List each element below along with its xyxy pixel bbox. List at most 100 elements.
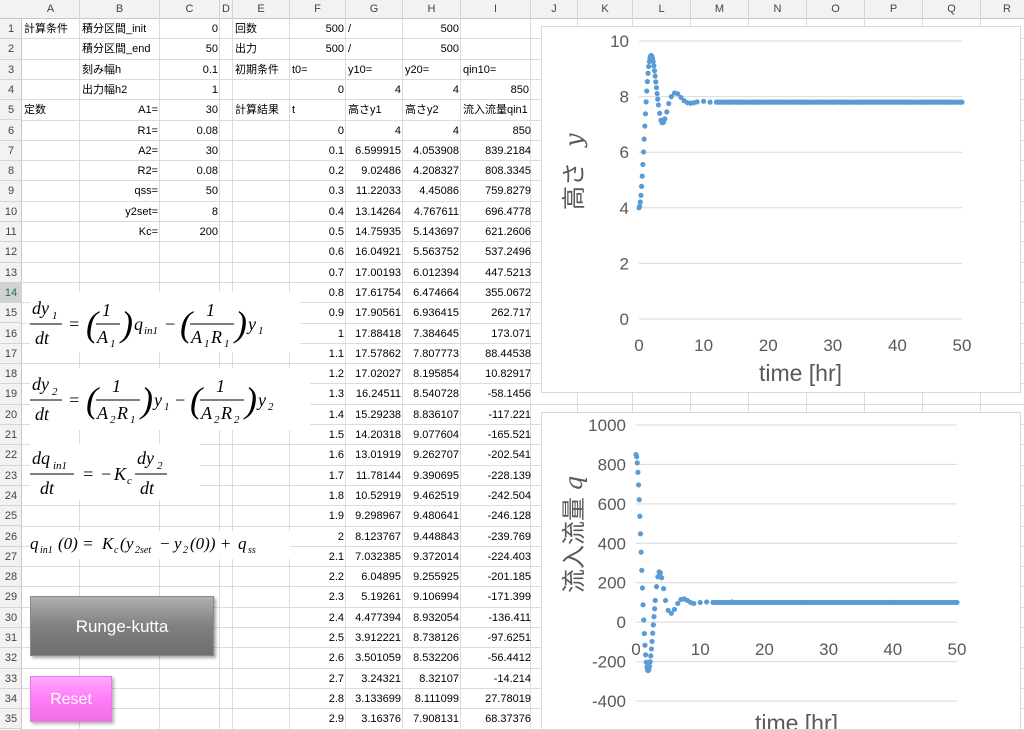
result-cell[interactable]: 15.29238: [346, 405, 403, 425]
row-header-23[interactable]: 23: [0, 466, 22, 486]
result-cell[interactable]: 8.195854: [403, 364, 461, 384]
result-cell[interactable]: 4.053908: [403, 141, 461, 161]
result-cell[interactable]: 355.0672: [461, 283, 533, 303]
row-header-29[interactable]: 29: [0, 587, 22, 608]
result-cell[interactable]: 0.6: [290, 242, 346, 262]
cell-I5[interactable]: 流入流量qin1: [461, 100, 533, 120]
column-header-N[interactable]: N: [749, 0, 807, 19]
result-cell[interactable]: 14.75935: [346, 222, 403, 242]
result-cell[interactable]: 1.8: [290, 486, 346, 506]
cell-B9[interactable]: qss=: [80, 181, 160, 201]
result-cell[interactable]: -239.769: [461, 527, 533, 547]
row-header-33[interactable]: 33: [0, 669, 22, 689]
result-cell[interactable]: 2.1: [290, 547, 346, 567]
result-cell[interactable]: 17.90561: [346, 303, 403, 323]
row-header-28[interactable]: 28: [0, 567, 22, 588]
row-header-13[interactable]: 13: [0, 263, 22, 283]
cell-B3[interactable]: 刻み幅h: [80, 60, 160, 80]
result-cell[interactable]: -14.214: [461, 669, 533, 689]
result-cell[interactable]: 7.908131: [403, 709, 461, 729]
column-header-R[interactable]: R: [981, 0, 1024, 19]
result-cell[interactable]: 13.01919: [346, 445, 403, 465]
result-cell[interactable]: -171.399: [461, 587, 533, 607]
result-cell[interactable]: -224.403: [461, 547, 533, 567]
row-header-30[interactable]: 30: [0, 608, 22, 628]
result-cell[interactable]: 262.717: [461, 303, 533, 323]
result-cell[interactable]: 5.563752: [403, 242, 461, 262]
result-cell[interactable]: 9.255925: [403, 567, 461, 587]
cell-F3[interactable]: t0=: [290, 60, 346, 80]
result-cell[interactable]: 850: [461, 121, 533, 141]
cell-B4[interactable]: 出力幅h2: [80, 80, 160, 100]
result-cell[interactable]: 7.384645: [403, 324, 461, 344]
result-cell[interactable]: 9.02486: [346, 161, 403, 181]
cell-F2[interactable]: 500: [290, 39, 346, 59]
cell-H2[interactable]: 500: [403, 39, 461, 59]
row-header-2[interactable]: 2: [0, 39, 22, 60]
result-cell[interactable]: 3.501059: [346, 648, 403, 668]
result-cell[interactable]: 6.599915: [346, 141, 403, 161]
row-header-31[interactable]: 31: [0, 628, 22, 649]
result-cell[interactable]: 2.2: [290, 567, 346, 587]
column-header-M[interactable]: M: [691, 0, 749, 19]
result-cell[interactable]: 1.6: [290, 445, 346, 465]
row-header-10[interactable]: 10: [0, 202, 22, 222]
result-cell[interactable]: 16.24511: [346, 384, 403, 404]
result-cell[interactable]: -56.4412: [461, 648, 533, 668]
cell-C11[interactable]: 200: [160, 222, 220, 242]
result-cell[interactable]: 8.540728: [403, 384, 461, 404]
result-cell[interactable]: 6.012394: [403, 263, 461, 283]
result-cell[interactable]: 0: [290, 121, 346, 141]
runge-kutta-button[interactable]: Runge-kutta: [30, 596, 214, 656]
column-header-O[interactable]: O: [807, 0, 865, 19]
result-cell[interactable]: 759.8279: [461, 181, 533, 201]
result-cell[interactable]: 11.78144: [346, 466, 403, 486]
height-chart[interactable]: 0 2 4 6 8 10 0 10 20 30 40 50 time [hr] 高さ y: [541, 26, 1021, 393]
result-cell[interactable]: 173.071: [461, 324, 533, 344]
cell-G3[interactable]: y10=: [346, 60, 403, 80]
row-header-6[interactable]: 6: [0, 121, 22, 141]
cell-B1[interactable]: 積分区間_init: [80, 19, 160, 39]
cell-E5[interactable]: 計算結果: [233, 100, 290, 120]
result-cell[interactable]: 0.7: [290, 263, 346, 283]
cell-C8[interactable]: 0.08: [160, 161, 220, 181]
row-header-21[interactable]: 21: [0, 425, 22, 446]
result-cell[interactable]: 9.077604: [403, 425, 461, 445]
row-header-20[interactable]: 20: [0, 405, 22, 425]
column-header-P[interactable]: P: [865, 0, 923, 19]
cell-G4[interactable]: 4: [346, 80, 403, 100]
result-cell[interactable]: 9.448843: [403, 527, 461, 547]
result-cell[interactable]: 13.14264: [346, 202, 403, 222]
row-header-32[interactable]: 32: [0, 648, 22, 669]
result-cell[interactable]: 537.2496: [461, 242, 533, 262]
cell-F5[interactable]: t: [290, 100, 346, 120]
cell-H1[interactable]: 500: [403, 19, 461, 39]
column-header-E[interactable]: E: [233, 0, 290, 19]
column-header-L[interactable]: L: [633, 0, 691, 19]
column-header-I[interactable]: I: [461, 0, 531, 19]
result-cell[interactable]: 2.9: [290, 709, 346, 729]
result-cell[interactable]: -58.1456: [461, 384, 533, 404]
result-cell[interactable]: 1.7: [290, 466, 346, 486]
row-header-1[interactable]: 1: [0, 19, 22, 40]
result-cell[interactable]: 3.16376: [346, 709, 403, 729]
row-header-7[interactable]: 7: [0, 141, 22, 162]
result-cell[interactable]: -228.139: [461, 466, 533, 486]
result-cell[interactable]: -117.221: [461, 405, 533, 425]
cell-G1[interactable]: /: [346, 19, 403, 39]
result-cell[interactable]: 5.19261: [346, 587, 403, 607]
result-cell[interactable]: 447.5213: [461, 263, 533, 283]
result-cell[interactable]: 3.24321: [346, 669, 403, 689]
result-cell[interactable]: 4: [346, 121, 403, 141]
cell-C10[interactable]: 8: [160, 202, 220, 222]
result-cell[interactable]: 9.462519: [403, 486, 461, 506]
cell-H5[interactable]: 高さy2: [403, 100, 461, 120]
result-cell[interactable]: 6.474664: [403, 283, 461, 303]
row-header-25[interactable]: 25: [0, 506, 22, 527]
cell-I3[interactable]: qin10=: [461, 60, 531, 80]
cell-C1[interactable]: 0: [160, 19, 220, 39]
row-header-35[interactable]: 35: [0, 709, 22, 730]
result-cell[interactable]: 4.208327: [403, 161, 461, 181]
result-cell[interactable]: 17.88418: [346, 324, 403, 344]
result-cell[interactable]: 9.390695: [403, 466, 461, 486]
